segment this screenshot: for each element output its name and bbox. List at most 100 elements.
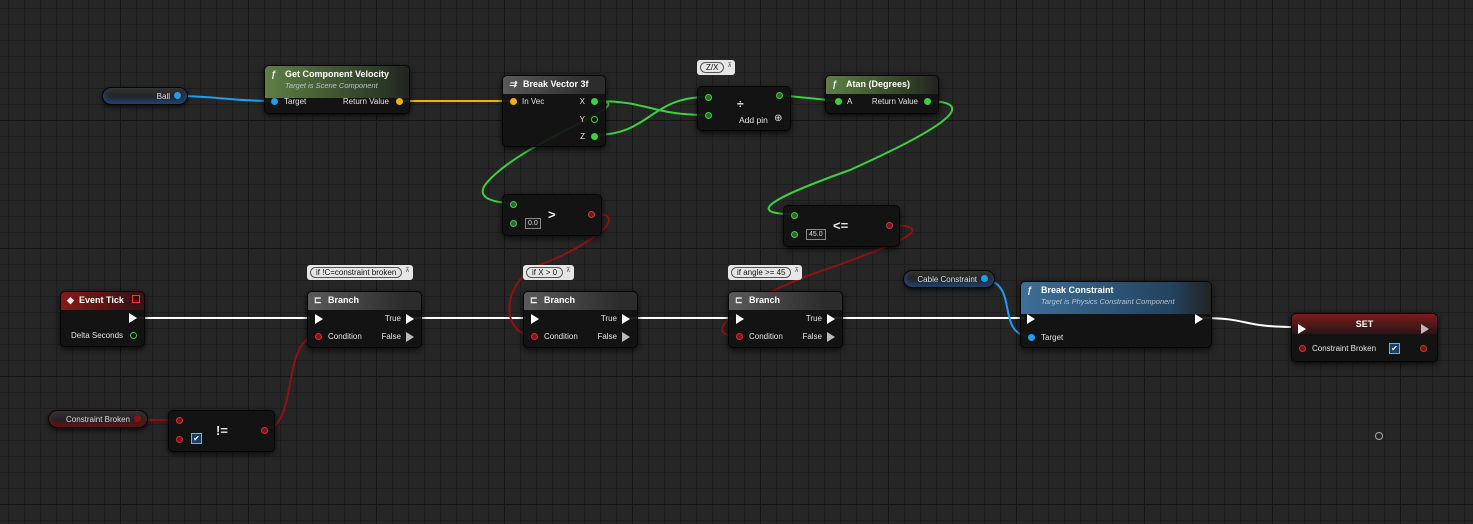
b-checkbox[interactable]: ✔ <box>191 433 202 444</box>
comment-text: if !C=constraint broken <box>310 267 403 278</box>
false-exec-output-pin[interactable] <box>622 332 630 342</box>
pin-icon: ⊼ <box>794 268 799 274</box>
in-vec-input-pin[interactable] <box>510 98 517 105</box>
object-output-pin[interactable] <box>174 92 181 99</box>
set-variable-node[interactable]: SET Constraint Broken ✔ <box>1291 313 1438 362</box>
constraint-broken-checkbox[interactable]: ✔ <box>1389 343 1400 354</box>
less-equal-node[interactable]: 45.0 <= <box>783 205 900 247</box>
node-header: ƒ Break Constraint Target is Physics Con… <box>1021 282 1211 314</box>
comment-bubble[interactable]: if X > 0 ⊼ <box>523 265 574 280</box>
branch-icon: ⊏ <box>314 295 322 305</box>
not-equal-node[interactable]: ✔ != <box>168 410 275 452</box>
constraint-broken-variable-label: Constraint Broken <box>65 415 130 424</box>
break-constraint-node[interactable]: ƒ Break Constraint Target is Physics Con… <box>1020 281 1212 348</box>
cable-constraint-variable-node[interactable]: Cable Constraint <box>903 270 995 288</box>
false-exec-output-pin[interactable] <box>406 332 414 342</box>
target-input-pin[interactable] <box>271 98 278 105</box>
delta-seconds-output-pin[interactable] <box>130 332 137 339</box>
break-vector-node[interactable]: ⇉ Break Vector 3f In Vec X Y Z <box>502 75 606 147</box>
bool-output-pin[interactable] <box>1420 345 1427 352</box>
comment-bubble[interactable]: if !C=constraint broken ⊼ <box>307 265 413 280</box>
float-output-pin[interactable] <box>924 98 931 105</box>
a-input-pin[interactable] <box>791 212 798 219</box>
a-input-pin[interactable] <box>510 201 517 208</box>
b-input-pin[interactable] <box>176 436 183 443</box>
bool-output-pin[interactable] <box>588 211 595 218</box>
condition-input-pin[interactable] <box>315 333 322 340</box>
exec-wire <box>1201 317 1297 328</box>
ball-variable-node[interactable]: Ball <box>102 87 188 105</box>
comment-bubble[interactable]: Z/X ⊼ <box>697 60 735 75</box>
comment-bubble[interactable]: if angle >= 45 ⊼ <box>728 265 802 280</box>
comment-text: if angle >= 45 <box>731 267 792 278</box>
node-title: Get Component Velocity <box>285 69 390 79</box>
branch-node[interactable]: ⊏ Branch True Condition False <box>307 291 422 348</box>
z-output-pin[interactable] <box>591 133 598 140</box>
bool-output-pin[interactable] <box>261 427 268 434</box>
bool-output-pin[interactable] <box>134 415 141 422</box>
exec-input-pin[interactable] <box>736 314 744 324</box>
exec-input-pin[interactable] <box>315 314 323 324</box>
exec-output-pin[interactable] <box>1421 324 1429 334</box>
branch-node[interactable]: ⊏ Branch True Condition False <box>523 291 638 348</box>
divide-operator: ÷ <box>737 97 744 111</box>
constraint-broken-variable-node[interactable]: Constraint Broken <box>48 410 148 428</box>
divide-node[interactable]: ÷ Add pin ⊕ <box>697 86 791 131</box>
event-diamond-icon: ◆ <box>67 295 74 305</box>
condition-pin-label: Condition <box>749 332 783 341</box>
target-pin-label: Target <box>1041 333 1064 342</box>
b-literal-field[interactable]: 0.0 <box>525 218 541 229</box>
y-output-pin[interactable] <box>591 116 598 123</box>
b-input-pin[interactable] <box>705 112 712 119</box>
false-exec-output-pin[interactable] <box>827 332 835 342</box>
break-struct-icon: ⇉ <box>509 79 517 89</box>
exec-output-pin[interactable] <box>129 313 137 323</box>
object-output-pin[interactable] <box>981 275 988 282</box>
condition-input-pin[interactable] <box>531 333 538 340</box>
target-input-pin[interactable] <box>1028 334 1035 341</box>
get-component-velocity-node[interactable]: ƒ Get Component Velocity Target is Scene… <box>264 65 410 114</box>
branch-node[interactable]: ⊏ Branch True Condition False <box>728 291 843 348</box>
b-literal-field[interactable]: 45.0 <box>806 229 826 240</box>
a-input-pin[interactable] <box>176 417 183 424</box>
greater-than-node[interactable]: 0.0 > <box>502 194 602 236</box>
true-pin-label: True <box>384 314 401 323</box>
true-exec-output-pin[interactable] <box>406 314 414 324</box>
true-exec-output-pin[interactable] <box>827 314 835 324</box>
target-pin-label: Target <box>284 97 307 106</box>
ball-variable-label: Ball <box>156 92 170 101</box>
branch-icon: ⊏ <box>530 295 538 305</box>
add-pin-label[interactable]: Add pin <box>739 115 768 125</box>
a-pin-label: A <box>847 97 853 106</box>
false-pin-label: False <box>381 332 401 341</box>
add-pin-icon[interactable]: ⊕ <box>774 114 782 124</box>
comment-text: if X > 0 <box>526 267 564 278</box>
x-pin-label: X <box>579 97 585 106</box>
exec-input-pin[interactable] <box>1298 324 1306 334</box>
pin-icon: ⊼ <box>727 63 732 69</box>
bool-output-pin[interactable] <box>886 222 893 229</box>
exec-output-pin[interactable] <box>1195 314 1203 324</box>
exec-input-pin[interactable] <box>1027 314 1035 324</box>
b-input-pin[interactable] <box>510 220 517 227</box>
result-output-pin[interactable] <box>776 92 783 99</box>
node-title: Break Vector 3f <box>523 79 589 89</box>
b-input-pin[interactable] <box>791 231 798 238</box>
condition-pin-label: Condition <box>544 332 578 341</box>
true-pin-label: True <box>805 314 822 323</box>
vector-output-pin[interactable] <box>396 98 403 105</box>
not-equal-operator: != <box>216 423 228 438</box>
false-pin-label: False <box>597 332 617 341</box>
delegate-output-pin[interactable] <box>132 295 140 303</box>
constraint-broken-input-pin[interactable] <box>1299 345 1306 352</box>
true-exec-output-pin[interactable] <box>622 314 630 324</box>
condition-input-pin[interactable] <box>736 333 743 340</box>
false-pin-label: False <box>802 332 822 341</box>
event-tick-node[interactable]: ◆ Event Tick Delta Seconds <box>60 291 145 347</box>
atan-node[interactable]: ƒ Atan (Degrees) A Return Value <box>825 75 939 114</box>
a-input-pin[interactable] <box>705 94 712 101</box>
exec-input-pin[interactable] <box>531 314 539 324</box>
a-input-pin[interactable] <box>835 98 842 105</box>
x-output-pin[interactable] <box>591 98 598 105</box>
node-header: ⇉ Break Vector 3f <box>503 76 605 94</box>
